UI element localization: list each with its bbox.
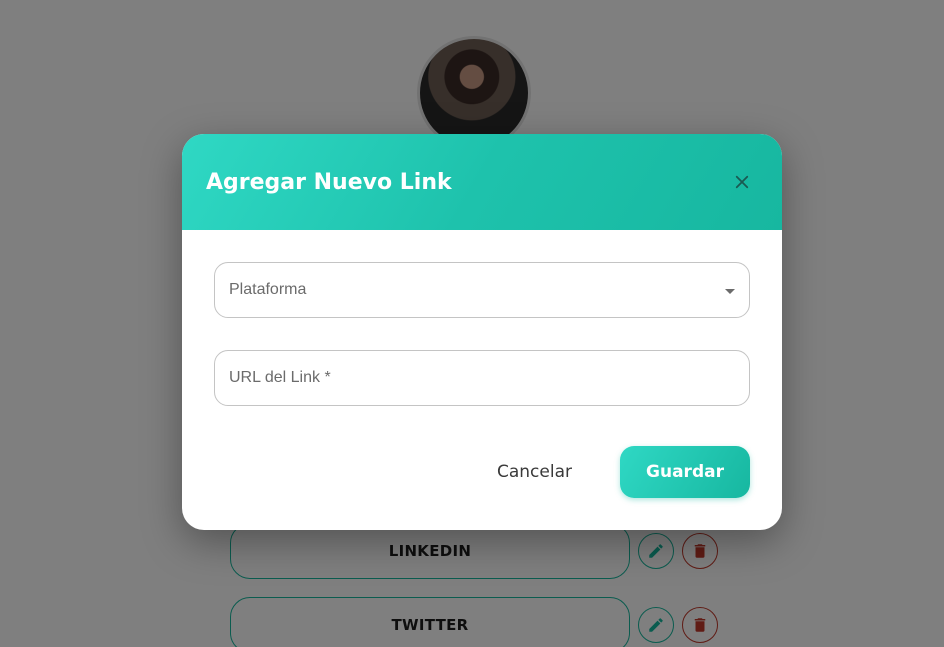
url-field[interactable]: URL del Link * bbox=[214, 350, 750, 406]
save-button[interactable]: Guardar bbox=[620, 446, 750, 498]
cancel-button[interactable]: Cancelar bbox=[471, 448, 598, 496]
dialog-body: Plataforma URL del Link * bbox=[182, 230, 782, 406]
close-button[interactable] bbox=[722, 162, 762, 202]
dialog-title: Agregar Nuevo Link bbox=[206, 169, 452, 195]
dialog-actions: Cancelar Guardar bbox=[471, 446, 750, 498]
dialog-header: Agregar Nuevo Link bbox=[182, 134, 782, 230]
add-link-dialog: Agregar Nuevo Link Plataforma URL del Li… bbox=[182, 134, 782, 530]
chevron-down-icon bbox=[725, 289, 735, 294]
platform-select[interactable]: Plataforma bbox=[214, 262, 750, 318]
close-icon bbox=[735, 175, 749, 189]
url-input[interactable] bbox=[215, 351, 749, 405]
platform-label: Plataforma bbox=[229, 281, 307, 298]
